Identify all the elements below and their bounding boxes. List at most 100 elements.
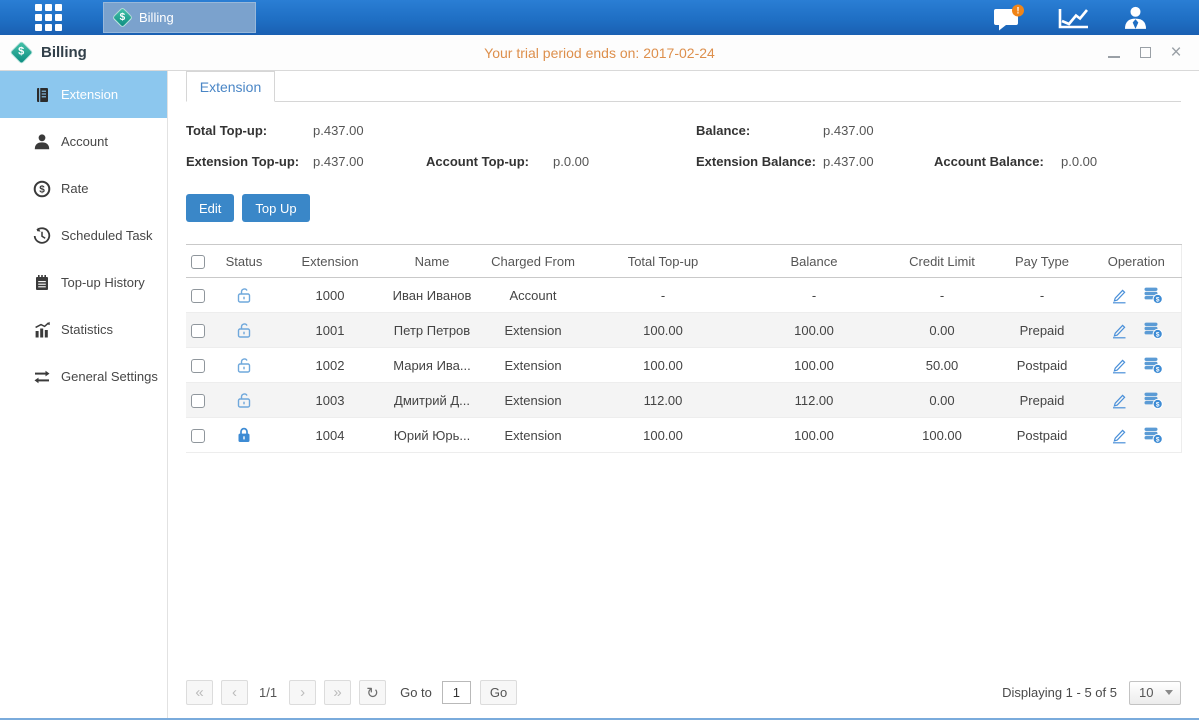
cell-extension: 1003 [272, 383, 388, 418]
table-row: 1004 Юрий Юрь... Extension 100.00 100.00… [186, 418, 1181, 453]
account-balance-label: Account Balance: [934, 154, 1061, 169]
svg-text:$: $ [1156, 366, 1160, 373]
bar-chart-icon [33, 321, 51, 339]
prev-page-button[interactable]: ‹ [221, 680, 248, 705]
header-total-topup: Total Top-up [590, 245, 736, 278]
cell-name: Иван Иванов [388, 278, 476, 313]
sidebar-item-general-settings[interactable]: General Settings [0, 353, 167, 400]
cell-charged-from: Account [476, 278, 590, 313]
cell-credit-limit: 0.00 [892, 383, 992, 418]
cell-charged-from: Extension [476, 348, 590, 383]
cell-pay-type: Prepaid [992, 313, 1092, 348]
edit-row-icon[interactable] [1110, 426, 1128, 444]
history-clock-icon [33, 227, 51, 245]
top-up-row-icon[interactable]: $ [1143, 356, 1163, 375]
extension-balance-label: Extension Balance: [696, 154, 823, 169]
header-credit-limit: Credit Limit [892, 245, 992, 278]
edit-row-icon[interactable] [1110, 356, 1128, 374]
next-page-button[interactable]: › [289, 680, 316, 705]
cell-extension: 1002 [272, 348, 388, 383]
edit-row-icon[interactable] [1110, 321, 1128, 339]
table-row: 1003 Дмитрий Д... Extension 112.00 112.0… [186, 383, 1181, 418]
ledger-icon [33, 86, 51, 104]
first-page-button[interactable]: « [186, 680, 213, 705]
balance-label: Balance: [696, 123, 823, 138]
top-up-row-icon[interactable]: $ [1143, 286, 1163, 305]
app-launcher-icon[interactable] [35, 4, 62, 31]
top-up-button[interactable]: Top Up [242, 194, 309, 222]
last-page-button[interactable]: » [324, 680, 351, 705]
row-checkbox[interactable] [191, 324, 205, 338]
topbar-right-icons: ! [993, 4, 1199, 31]
cell-charged-from: Extension [476, 383, 590, 418]
cell-balance: 100.00 [736, 348, 892, 383]
go-button[interactable]: Go [480, 680, 517, 705]
header-extension: Extension [272, 245, 388, 278]
maximize-button[interactable] [1138, 46, 1152, 60]
sidebar-item-label: General Settings [61, 369, 158, 384]
table-row: 1001 Петр Петров Extension 100.00 100.00… [186, 313, 1181, 348]
tab-strip: Extension [186, 71, 1181, 102]
close-button[interactable]: × [1169, 46, 1183, 60]
table-row: 1002 Мария Ива... Extension 100.00 100.0… [186, 348, 1181, 383]
cell-pay-type: Postpaid [992, 348, 1092, 383]
row-checkbox[interactable] [191, 394, 205, 408]
header-name: Name [388, 245, 476, 278]
cell-charged-from: Extension [476, 418, 590, 453]
account-balance-value: p.0.00 [1061, 154, 1097, 169]
cell-credit-limit: 50.00 [892, 348, 992, 383]
top-up-row-icon[interactable]: $ [1143, 321, 1163, 340]
cell-balance: - [736, 278, 892, 313]
user-account-icon[interactable] [1122, 5, 1149, 31]
notifications-icon[interactable]: ! [993, 4, 1025, 31]
page-size-select[interactable]: 10 [1129, 681, 1181, 705]
sidebar-item-statistics[interactable]: Statistics [0, 306, 167, 353]
notification-badge: ! [1017, 6, 1020, 16]
sidebar-item-scheduled-task[interactable]: Scheduled Task [0, 212, 167, 259]
row-checkbox[interactable] [191, 359, 205, 373]
notepad-icon [33, 274, 51, 292]
edit-button[interactable]: Edit [186, 194, 234, 222]
topbar-tab-label: Billing [139, 10, 174, 25]
account-topup-value: p.0.00 [553, 154, 589, 169]
cell-credit-limit: 0.00 [892, 313, 992, 348]
sidebar-item-label: Account [61, 134, 108, 149]
row-checkbox[interactable] [191, 289, 205, 303]
extension-topup-value: p.437.00 [313, 154, 364, 169]
status-unlocked-icon[interactable] [235, 391, 253, 409]
tab-extension[interactable]: Extension [186, 71, 275, 102]
header-operation: Operation [1092, 245, 1181, 278]
status-unlocked-icon[interactable] [235, 356, 253, 374]
goto-page-input[interactable] [442, 681, 471, 704]
svg-text:$: $ [39, 184, 45, 195]
cell-total-topup: 112.00 [590, 383, 736, 418]
cell-extension: 1004 [272, 418, 388, 453]
sidebar-item-account[interactable]: Account [0, 118, 167, 165]
sidebar-item-label: Scheduled Task [61, 228, 153, 243]
row-checkbox[interactable] [191, 429, 205, 443]
status-locked-icon[interactable] [235, 426, 253, 444]
cell-pay-type: Prepaid [992, 383, 1092, 418]
monitor-chart-icon[interactable] [1057, 6, 1090, 30]
top-up-row-icon[interactable]: $ [1143, 426, 1163, 445]
sidebar-item-rate[interactable]: $ Rate [0, 165, 167, 212]
sidebar-item-topup-history[interactable]: Top-up History [0, 259, 167, 306]
top-up-row-icon[interactable]: $ [1143, 391, 1163, 410]
status-unlocked-icon[interactable] [235, 286, 253, 304]
refresh-icon[interactable]: ↻ [359, 680, 386, 705]
svg-text:$: $ [1156, 331, 1160, 338]
status-unlocked-icon[interactable] [235, 321, 253, 339]
sidebar-item-extension[interactable]: Extension [0, 71, 167, 118]
window-title: Billing [41, 44, 87, 61]
edit-row-icon[interactable] [1110, 391, 1128, 409]
minimize-button[interactable] [1107, 46, 1121, 60]
extension-topup-label: Extension Top-up: [186, 154, 313, 169]
header-charged-from: Charged From [476, 245, 590, 278]
edit-row-icon[interactable] [1110, 286, 1128, 304]
cell-credit-limit: - [892, 278, 992, 313]
select-all-checkbox[interactable] [191, 255, 205, 269]
sliders-icon [33, 368, 51, 386]
billing-window-icon: $ [9, 40, 33, 64]
extension-balance-value: p.437.00 [823, 154, 874, 169]
topbar-billing-tab[interactable]: $ Billing [103, 2, 256, 33]
